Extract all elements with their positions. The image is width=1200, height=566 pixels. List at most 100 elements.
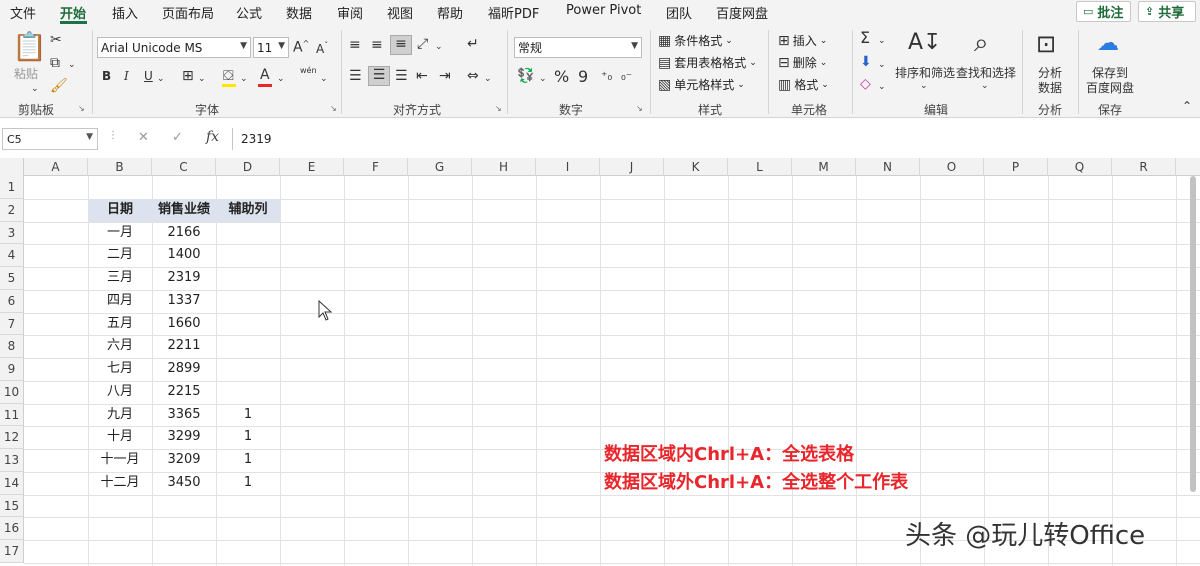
paste-icon[interactable]: 📋 <box>12 32 47 62</box>
accounting-format-icon[interactable]: 💱 <box>517 68 534 84</box>
table-cell[interactable]: 2319 <box>152 267 216 290</box>
accounting-dropdown-icon[interactable]: ⌄ <box>539 71 547 87</box>
dialog-launcher-icon[interactable]: ↘ <box>78 104 85 113</box>
table-header-cell[interactable]: 销售业绩 <box>152 198 216 222</box>
number-format-select[interactable]: 常规 ▼ <box>514 37 642 58</box>
save-to-label-2[interactable]: 百度网盘 <box>1086 79 1134 96</box>
table-cell[interactable]: 九月 <box>88 404 152 427</box>
row-header-14[interactable]: 14 <box>0 471 24 495</box>
bold-button[interactable]: B <box>102 69 111 83</box>
phonetic-dropdown-icon[interactable]: ⌄ <box>320 71 328 87</box>
paste-dropdown-icon[interactable]: ⌄ <box>31 81 39 97</box>
orientation-dropdown-icon[interactable]: ⌄ <box>435 39 443 55</box>
delete-cells-button[interactable]: ⊟ 删除 ⌄ <box>778 54 827 71</box>
table-cell[interactable] <box>216 335 280 358</box>
increase-decimal-icon[interactable]: ⁺₀ <box>601 68 612 84</box>
decrease-indent-icon[interactable]: ⇤ <box>416 68 428 84</box>
share-button[interactable]: ⇪ 共享 <box>1138 1 1196 22</box>
cut-icon[interactable]: ✂ <box>50 32 62 48</box>
tab-team[interactable]: 团队 <box>666 3 692 22</box>
align-middle-icon[interactable]: ≡ <box>371 37 383 53</box>
baidu-netdisk-icon[interactable]: ☁ <box>1097 30 1119 58</box>
tab-home[interactable]: 开始 <box>60 3 86 22</box>
row-header-15[interactable]: 15 <box>0 494 24 518</box>
tab-power-pivot[interactable]: Power Pivot <box>566 3 641 18</box>
conditional-formatting-button[interactable]: ▦ 条件格式 ⌄ <box>658 32 733 49</box>
table-cell[interactable]: 五月 <box>88 313 152 336</box>
column-header-m[interactable]: M <box>792 158 856 176</box>
format-as-table-button[interactable]: ▤ 套用表格格式 ⌄ <box>658 54 757 71</box>
row-header-6[interactable]: 6 <box>0 289 24 313</box>
font-name-select[interactable]: Arial Unicode MS ▼ <box>97 37 251 58</box>
table-cell[interactable]: 1 <box>216 404 280 427</box>
row-header-11[interactable]: 11 <box>0 403 24 427</box>
table-cell[interactable]: 1660 <box>152 313 216 336</box>
table-cell[interactable]: 1337 <box>152 290 216 313</box>
dialog-launcher-icon[interactable]: ↘ <box>330 104 337 113</box>
table-cell[interactable]: 十二月 <box>88 472 152 495</box>
column-header-b[interactable]: B <box>88 158 152 176</box>
tab-review[interactable]: 审阅 <box>337 3 363 22</box>
row-header-13[interactable]: 13 <box>0 449 24 472</box>
table-cell[interactable] <box>216 244 280 267</box>
row-header-2[interactable]: 2 <box>0 198 24 222</box>
table-cell[interactable]: 1 <box>216 449 280 472</box>
font-color-dropdown-icon[interactable]: ⌄ <box>277 71 285 87</box>
tab-foxit-pdf[interactable]: 福昕PDF <box>488 3 539 22</box>
table-cell[interactable]: 二月 <box>88 244 152 267</box>
table-cell[interactable]: 3365 <box>152 404 216 427</box>
dialog-launcher-icon[interactable]: ↘ <box>495 104 502 113</box>
font-color-icon[interactable]: A <box>260 67 270 83</box>
dialog-launcher-icon[interactable]: ↘ <box>636 104 643 113</box>
tab-view[interactable]: 视图 <box>387 3 413 22</box>
fill-color-dropdown-icon[interactable]: ⌄ <box>240 71 248 87</box>
row-header-5[interactable]: 5 <box>0 267 24 290</box>
cell-styles-button[interactable]: ▧ 单元格样式 ⌄ <box>658 76 745 93</box>
column-header-i[interactable]: I <box>536 158 600 176</box>
sort-filter-icon[interactable]: A↧ <box>908 30 941 56</box>
shrink-font-button[interactable]: Aˇ <box>316 41 328 56</box>
underline-dropdown-icon[interactable]: ⌄ <box>157 71 165 87</box>
fill-icon[interactable]: ⬇ <box>860 54 872 70</box>
row-header-16[interactable]: 16 <box>0 517 24 540</box>
grow-font-button[interactable]: A^ <box>293 39 309 56</box>
cancel-icon[interactable]: ✕ <box>138 130 149 145</box>
row-header-10[interactable]: 10 <box>0 380 24 404</box>
column-header-e[interactable]: E <box>280 158 344 176</box>
tab-baidu-netdisk[interactable]: 百度网盘 <box>716 3 768 22</box>
row-header-8[interactable]: 8 <box>0 335 24 358</box>
select-all-button[interactable] <box>0 158 24 176</box>
table-cell[interactable]: 六月 <box>88 335 152 358</box>
border-dropdown-icon[interactable]: ⌄ <box>198 71 206 87</box>
comma-style-button[interactable]: 9 <box>578 67 588 86</box>
name-box[interactable]: C5 ▼ <box>2 128 98 150</box>
autosum-icon[interactable]: Σ <box>860 30 870 46</box>
align-top-icon[interactable]: ≡ <box>349 37 361 53</box>
worksheet-grid[interactable]: ABCDEFGHIJKLMNOPQR 1 2 3 4 5 6 7 8 9 10 11 12 13 14 15… <box>0 158 1200 566</box>
increase-indent-icon[interactable]: ⇥ <box>439 68 451 84</box>
tab-file[interactable]: 文件 <box>10 3 36 22</box>
table-cell[interactable]: 十一月 <box>88 449 152 472</box>
insert-function-icon[interactable]: fx <box>206 129 219 145</box>
column-header-a[interactable]: A <box>24 158 88 176</box>
underline-button[interactable]: U <box>144 69 153 83</box>
table-header-cell[interactable]: 日期 <box>88 198 152 222</box>
analyze-data-icon[interactable]: ⊡ <box>1036 30 1056 58</box>
column-header-j[interactable]: J <box>600 158 664 176</box>
comments-button[interactable]: ▭ 批注 <box>1076 1 1131 22</box>
table-cell[interactable]: 1 <box>216 472 280 495</box>
column-header-c[interactable]: C <box>152 158 216 176</box>
clear-icon[interactable]: ◇ <box>860 76 871 92</box>
table-cell[interactable]: 三月 <box>88 267 152 290</box>
row-header-7[interactable]: 7 <box>0 312 24 336</box>
enter-icon[interactable]: ✓ <box>172 130 183 145</box>
table-cell[interactable]: 2899 <box>152 358 216 381</box>
formula-input[interactable]: 2319 <box>232 128 1200 150</box>
percent-style-button[interactable]: % <box>554 67 569 86</box>
format-cells-button[interactable]: ▥ 格式 ⌄ <box>778 76 829 93</box>
wrap-text-icon[interactable]: ↵ <box>467 36 479 52</box>
paste-label[interactable]: 粘贴 <box>14 65 38 82</box>
column-header-r[interactable]: R <box>1112 158 1176 176</box>
column-header-l[interactable]: L <box>728 158 792 176</box>
column-header-f[interactable]: F <box>344 158 408 176</box>
